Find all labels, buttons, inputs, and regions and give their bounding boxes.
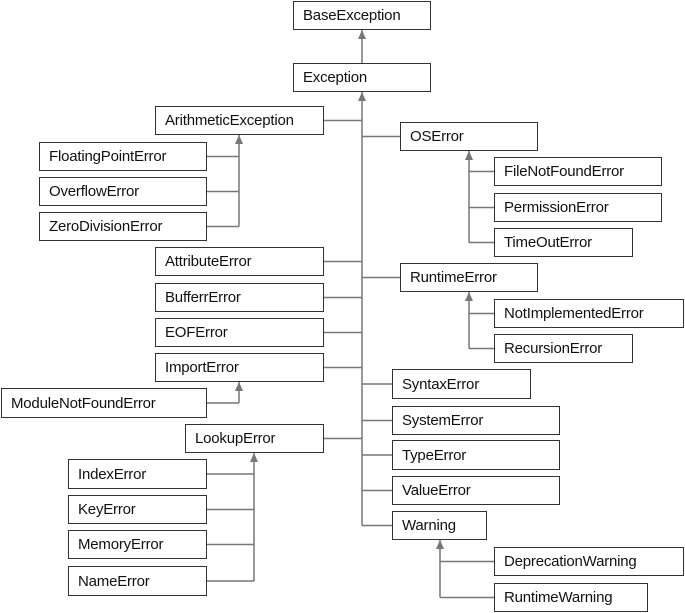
- arrow-head-runtime-error: [465, 292, 473, 301]
- node-arithmetic-exception: ArithmeticException: [155, 106, 324, 135]
- node-attribute-error: AttributeError: [155, 247, 324, 276]
- exception-hierarchy-diagram: BaseException Exception ArithmeticExceptio…: [0, 0, 685, 613]
- node-runtime-error: RuntimeError: [400, 263, 538, 292]
- arrow-head-warning: [436, 540, 444, 549]
- node-floating-point-error: FloatingPointError: [39, 142, 207, 171]
- arrow-head-arithmetic-exception: [235, 135, 243, 144]
- node-module-not-found-error: ModuleNotFoundError: [1, 388, 207, 418]
- node-name-error: NameError: [68, 566, 207, 596]
- node-deprecation-warning: DeprecationWarning: [494, 547, 684, 576]
- node-import-error: ImportError: [155, 353, 324, 382]
- node-overflow-error: OverflowError: [39, 177, 207, 206]
- arrow-head-exception: [358, 92, 366, 101]
- node-eof-error: EOFError: [155, 318, 324, 347]
- node-warning: Warning: [392, 511, 487, 540]
- node-exception: Exception: [293, 63, 431, 92]
- node-recursion-error: RecursionError: [494, 334, 633, 363]
- node-base-exception: BaseException: [293, 1, 431, 30]
- arrow-head-lookup-error: [250, 453, 258, 462]
- node-syntax-error: SyntaxError: [392, 369, 531, 399]
- node-memory-error: MemoryError: [68, 530, 207, 559]
- node-file-not-found-error: FileNotFoundError: [494, 157, 662, 186]
- node-key-error: KeyError: [68, 495, 207, 524]
- node-os-error: OSError: [400, 122, 538, 151]
- node-permission-error: PermissionError: [494, 193, 662, 222]
- node-time-out-error: TimeOutError: [494, 228, 633, 257]
- arrow-head-os-error: [465, 151, 473, 160]
- node-value-error: ValueError: [392, 476, 560, 505]
- node-type-error: TypeError: [392, 440, 560, 470]
- node-not-implemented-error: NotImplementedError: [494, 299, 684, 328]
- node-bufferr-error: BufferrError: [155, 283, 324, 312]
- node-index-error: IndexError: [68, 459, 207, 489]
- arrow-head-import-error: [235, 382, 243, 391]
- node-zero-division-error: ZeroDivisionError: [39, 212, 207, 241]
- node-runtime-warning: RuntimeWarning: [494, 583, 648, 612]
- node-lookup-error: LookupError: [185, 424, 324, 453]
- node-system-error: SystemError: [392, 406, 560, 435]
- arrow-head-base-exception: [358, 30, 366, 39]
